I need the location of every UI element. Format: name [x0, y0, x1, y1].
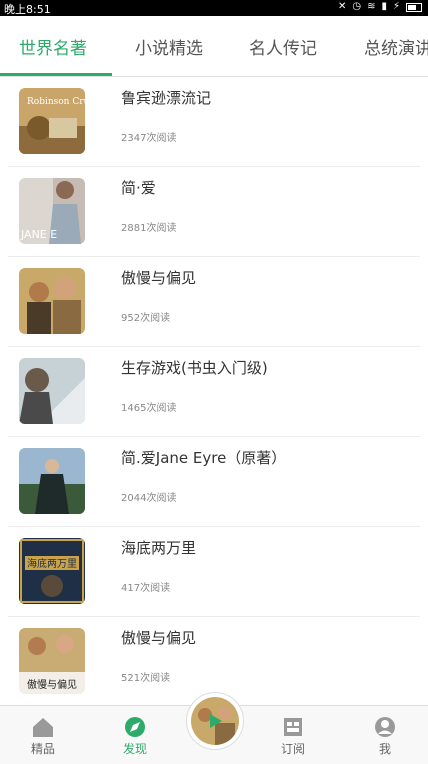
book-item[interactable]: Robinson Crusoe 鲁宾逊漂流记 2347次阅读 — [8, 76, 420, 167]
now-playing-button[interactable] — [186, 692, 244, 750]
read-count: 2881次阅读 — [121, 223, 177, 234]
book-cover — [19, 268, 85, 334]
book-cover: JANE E — [19, 178, 85, 244]
book-title: 简.爱Jane Eyre（原著） — [121, 449, 287, 467]
read-count: 2347次阅读 — [121, 133, 177, 144]
nav-featured-label: 精品 — [30, 742, 55, 756]
cover-text: 傲慢与偏见 — [27, 678, 77, 691]
status-bar: 晚上8:51 ✕ ◷ ≋ ▮ ⚡ — [0, 0, 428, 16]
compass-icon — [125, 717, 145, 737]
book-item[interactable]: JANE E 简·爱 2881次阅读 — [8, 166, 420, 257]
book-list[interactable]: Robinson Crusoe 鲁宾逊漂流记 2347次阅读 JANE E 简·… — [0, 76, 428, 705]
cover-text: Robinson Crusoe — [27, 97, 85, 107]
book-cover: Robinson Crusoe — [19, 88, 85, 154]
nav-me-label: 我 — [378, 742, 391, 756]
book-cover: 海底两万里 — [19, 538, 85, 604]
read-count: 952次阅读 — [121, 313, 171, 324]
tab-speeches[interactable]: 总统演讲 — [364, 34, 428, 59]
read-count: 2044次阅读 — [121, 493, 177, 504]
nav-subscribe-label: 订阅 — [280, 742, 305, 756]
book-title: 生存游戏(书虫入门级) — [121, 359, 268, 377]
tab-biographies[interactable]: 名人传记 — [249, 34, 317, 59]
book-cover: 傲慢与偏见 — [19, 628, 85, 694]
wifi-icon: ≋ — [367, 1, 376, 12]
bottom-nav: 精品 发现 订阅 我 — [0, 692, 428, 764]
book-cover — [19, 448, 85, 514]
subscribe-icon — [284, 718, 302, 736]
profile-icon — [375, 717, 395, 737]
read-count: 521次阅读 — [121, 673, 171, 684]
tab-novels[interactable]: 小说精选 — [135, 34, 203, 59]
nav-featured[interactable]: 精品 — [13, 716, 73, 757]
alarm-icon: ◷ — [352, 1, 362, 12]
nav-subscribe[interactable]: 订阅 — [263, 716, 323, 757]
book-item[interactable]: 海底两万里 海底两万里 417次阅读 — [8, 526, 420, 617]
charging-icon: ⚡ — [392, 1, 400, 12]
battery-icon — [406, 3, 422, 12]
category-tabs: 世界名著 小说精选 名人传记 总统演讲 — [0, 16, 428, 77]
book-title: 傲慢与偏见 — [121, 629, 197, 647]
book-title: 傲慢与偏见 — [121, 269, 197, 287]
nav-discover-label: 发现 — [122, 742, 147, 756]
read-count: 1465次阅读 — [121, 403, 177, 414]
signal-icon: ▮ — [381, 1, 387, 12]
book-title: 海底两万里 — [121, 539, 197, 557]
cover-text: 海底两万里 — [27, 557, 77, 570]
book-title: 简·爱 — [121, 179, 156, 197]
read-count: 417次阅读 — [121, 583, 171, 594]
book-item[interactable]: 生存游戏(书虫入门级) 1465次阅读 — [8, 346, 420, 437]
now-playing-cover — [191, 697, 239, 745]
book-item[interactable]: 傲慢与偏见 952次阅读 — [8, 256, 420, 347]
book-title: 鲁宾逊漂流记 — [121, 89, 212, 107]
nav-me[interactable]: 我 — [355, 716, 415, 757]
home-icon — [33, 718, 53, 737]
book-item[interactable]: 简.爱Jane Eyre（原著） 2044次阅读 — [8, 436, 420, 527]
status-icons: ✕ ◷ ≋ ▮ ⚡ — [338, 1, 422, 12]
mute-icon: ✕ — [337, 1, 347, 12]
nav-discover[interactable]: 发现 — [105, 716, 165, 757]
tab-world-classics[interactable]: 世界名著 — [19, 34, 87, 59]
cover-text: JANE E — [20, 228, 57, 241]
book-cover — [19, 358, 85, 424]
status-time: 晚上8:51 — [4, 3, 51, 16]
